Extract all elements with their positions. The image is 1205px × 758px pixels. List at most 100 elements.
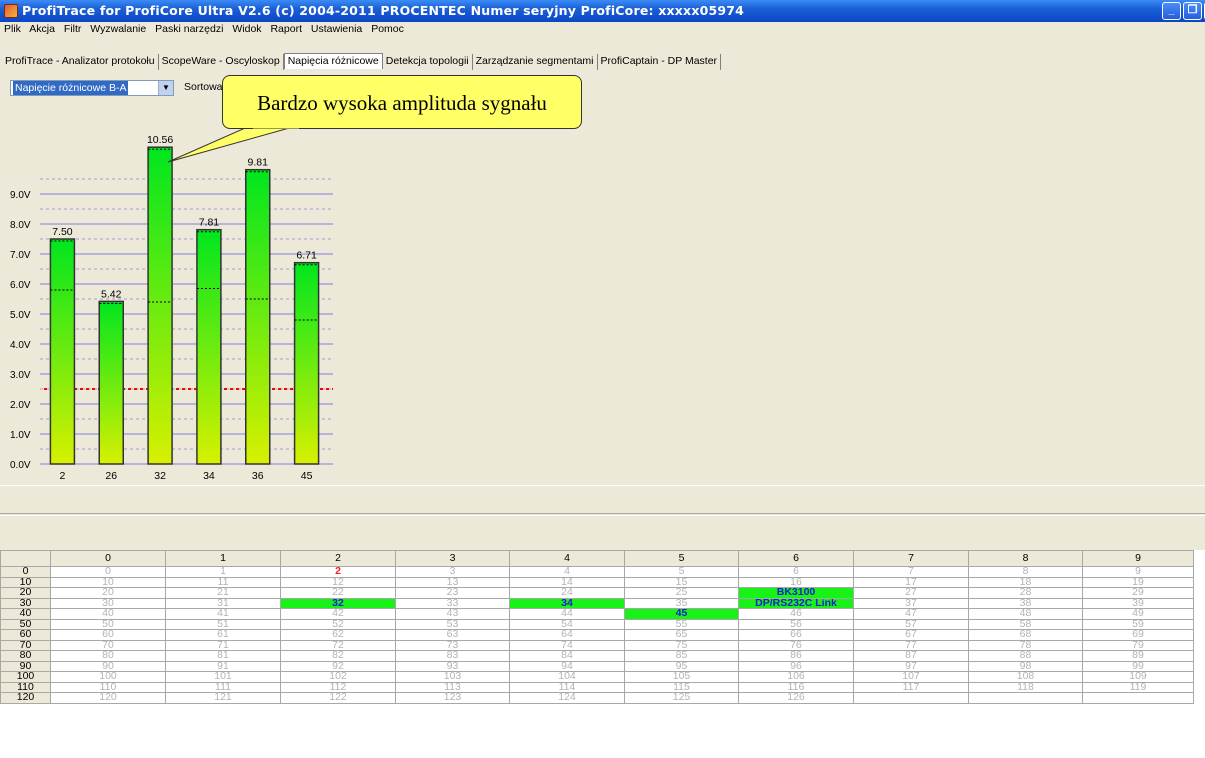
station-cell[interactable]: 21 bbox=[165, 587, 281, 599]
station-cell[interactable]: 28 bbox=[968, 587, 1083, 599]
station-cell[interactable]: 95 bbox=[624, 660, 739, 672]
station-cell[interactable]: 58 bbox=[968, 618, 1083, 630]
station-cell[interactable]: 25 bbox=[624, 587, 739, 599]
station-cell[interactable]: 65 bbox=[624, 629, 739, 641]
station-cell[interactable]: 54 bbox=[509, 618, 625, 630]
grid-column-header[interactable]: 5 bbox=[624, 550, 739, 567]
station-cell[interactable]: 85 bbox=[624, 650, 739, 662]
menu-raport[interactable]: Raport bbox=[270, 23, 302, 35]
station-cell[interactable]: 83 bbox=[395, 650, 510, 662]
station-cell[interactable]: 19 bbox=[1082, 576, 1194, 588]
station-cell[interactable]: 27 bbox=[853, 587, 969, 599]
station-cell[interactable] bbox=[853, 692, 969, 704]
voltage-mode-select[interactable]: Napięcie różnicowe B-A ▼ bbox=[10, 80, 174, 96]
station-cell[interactable]: 20 bbox=[50, 587, 166, 599]
station-cell[interactable]: 63 bbox=[395, 629, 510, 641]
grid-row-header[interactable]: 50 bbox=[0, 618, 51, 630]
station-cell[interactable]: 47 bbox=[853, 608, 969, 620]
station-cell[interactable]: 69 bbox=[1082, 629, 1194, 641]
station-cell[interactable]: 73 bbox=[395, 639, 510, 651]
station-cell[interactable]: 114 bbox=[509, 681, 625, 693]
station-cell[interactable]: 38 bbox=[968, 597, 1083, 609]
station-cell[interactable]: 109 bbox=[1082, 671, 1194, 683]
tab-analizator[interactable]: ProfiTrace - Analizator protokołu bbox=[2, 54, 159, 70]
station-cell[interactable]: 111 bbox=[165, 681, 281, 693]
station-cell[interactable]: 81 bbox=[165, 650, 281, 662]
grid-row-header[interactable]: 100 bbox=[0, 671, 51, 683]
station-cell[interactable]: 22 bbox=[280, 587, 396, 599]
grid-row-header[interactable]: 70 bbox=[0, 639, 51, 651]
station-cell[interactable]: 55 bbox=[624, 618, 739, 630]
station-cell[interactable]: 37 bbox=[853, 597, 969, 609]
station-cell[interactable]: 112 bbox=[280, 681, 396, 693]
station-cell[interactable]: 6 bbox=[738, 566, 854, 578]
station-cell[interactable]: 64 bbox=[509, 629, 625, 641]
grid-row-header[interactable]: 80 bbox=[0, 650, 51, 662]
station-cell[interactable]: 42 bbox=[280, 608, 396, 620]
station-cell[interactable]: 77 bbox=[853, 639, 969, 651]
grid-column-header[interactable]: 2 bbox=[280, 550, 396, 567]
station-cell[interactable]: 75 bbox=[624, 639, 739, 651]
station-cell[interactable]: 16 bbox=[738, 576, 854, 588]
tab-dp-master[interactable]: ProfiCaptain - DP Master bbox=[598, 54, 722, 70]
station-cell[interactable]: 53 bbox=[395, 618, 510, 630]
grid-column-header[interactable]: 9 bbox=[1082, 550, 1194, 567]
tab-topologia[interactable]: Detekcja topologii bbox=[383, 54, 473, 70]
station-cell[interactable]: 100 bbox=[50, 671, 166, 683]
menu-wyzwalanie[interactable]: Wyzwalanie bbox=[90, 23, 146, 35]
tab-oscyloskop[interactable]: ScopeWare - Oscyloskop bbox=[159, 54, 284, 70]
grid-row-header[interactable]: 110 bbox=[0, 681, 51, 693]
station-cell[interactable]: 124 bbox=[509, 692, 625, 704]
station-cell[interactable]: 122 bbox=[280, 692, 396, 704]
station-cell[interactable]: 2 bbox=[280, 566, 396, 578]
station-cell-active[interactable]: 34 bbox=[509, 597, 625, 609]
station-cell[interactable]: 72 bbox=[280, 639, 396, 651]
station-cell[interactable]: 41 bbox=[165, 608, 281, 620]
menu-pomoc[interactable]: Pomoc bbox=[371, 23, 404, 35]
station-cell[interactable]: 93 bbox=[395, 660, 510, 672]
app-icon[interactable] bbox=[4, 4, 18, 18]
grid-row-header[interactable]: 0 bbox=[0, 566, 51, 578]
station-cell[interactable]: 123 bbox=[395, 692, 510, 704]
station-cell[interactable]: 11 bbox=[165, 576, 281, 588]
station-cell[interactable]: 105 bbox=[624, 671, 739, 683]
maximize-button[interactable]: ❐ bbox=[1183, 2, 1202, 20]
station-cell[interactable]: 60 bbox=[50, 629, 166, 641]
grid-row-header[interactable]: 20 bbox=[0, 587, 51, 599]
station-cell[interactable]: 88 bbox=[968, 650, 1083, 662]
station-cell[interactable]: 117 bbox=[853, 681, 969, 693]
station-cell[interactable]: 71 bbox=[165, 639, 281, 651]
station-cell[interactable]: 118 bbox=[968, 681, 1083, 693]
menu-paski-narzedzi[interactable]: Paski narzędzi bbox=[155, 23, 223, 35]
station-cell[interactable]: 24 bbox=[509, 587, 625, 599]
station-cell[interactable]: 7 bbox=[853, 566, 969, 578]
station-cell[interactable]: 13 bbox=[395, 576, 510, 588]
station-cell[interactable]: 44 bbox=[509, 608, 625, 620]
station-cell[interactable]: 33 bbox=[395, 597, 510, 609]
station-cell-active[interactable]: 45 bbox=[624, 608, 739, 620]
station-cell[interactable]: 62 bbox=[280, 629, 396, 641]
station-cell[interactable]: 59 bbox=[1082, 618, 1194, 630]
station-cell[interactable]: 5 bbox=[624, 566, 739, 578]
station-cell[interactable]: 51 bbox=[165, 618, 281, 630]
grid-column-header[interactable]: 7 bbox=[853, 550, 969, 567]
station-cell[interactable]: 57 bbox=[853, 618, 969, 630]
station-cell[interactable]: 66 bbox=[738, 629, 854, 641]
station-cell[interactable]: 50 bbox=[50, 618, 166, 630]
station-cell[interactable]: 40 bbox=[50, 608, 166, 620]
station-cell[interactable]: 23 bbox=[395, 587, 510, 599]
station-cell[interactable]: 80 bbox=[50, 650, 166, 662]
station-cell[interactable]: 90 bbox=[50, 660, 166, 672]
grid-column-header[interactable]: 4 bbox=[509, 550, 625, 567]
station-cell[interactable]: 126 bbox=[738, 692, 854, 704]
station-cell[interactable]: 79 bbox=[1082, 639, 1194, 651]
grid-row-header[interactable]: 60 bbox=[0, 629, 51, 641]
grid-column-header[interactable]: 8 bbox=[968, 550, 1083, 567]
menu-filtr[interactable]: Filtr bbox=[64, 23, 82, 35]
station-cell[interactable]: 113 bbox=[395, 681, 510, 693]
station-cell[interactable]: 8 bbox=[968, 566, 1083, 578]
station-cell[interactable]: 29 bbox=[1082, 587, 1194, 599]
station-cell[interactable]: 103 bbox=[395, 671, 510, 683]
station-cell[interactable]: 108 bbox=[968, 671, 1083, 683]
grid-row-header[interactable]: 40 bbox=[0, 608, 51, 620]
